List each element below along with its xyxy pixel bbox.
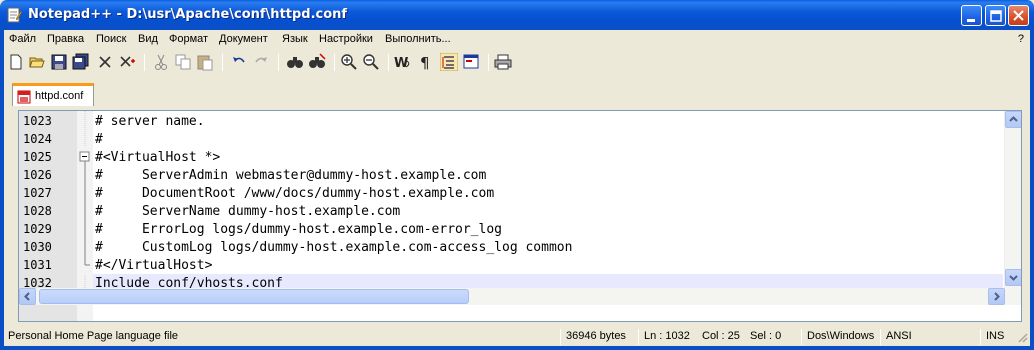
tab-httpd-conf[interactable]: httpd.conf bbox=[12, 83, 94, 107]
status-bar: Personal Home Page language file 36946 b… bbox=[0, 328, 1034, 350]
show-all-chars-icon[interactable]: ¶ bbox=[417, 53, 435, 71]
paste-icon[interactable] bbox=[196, 53, 214, 71]
redo-icon[interactable] bbox=[252, 53, 270, 71]
status-insert-mode: INS bbox=[986, 330, 1005, 342]
chevron-down-icon bbox=[1009, 275, 1018, 281]
status-column: Col : 25 bbox=[702, 330, 740, 342]
code-line: # bbox=[95, 132, 103, 147]
scroll-right-button[interactable] bbox=[988, 288, 1005, 305]
word-wrap-icon[interactable]: W bbox=[394, 53, 412, 71]
svg-text:W: W bbox=[394, 56, 408, 71]
menu-document[interactable]: Документ bbox=[219, 33, 268, 45]
resize-grip-icon[interactable] bbox=[1016, 331, 1028, 343]
line-number: 1023 bbox=[23, 114, 52, 128]
chevron-right-icon bbox=[994, 292, 1000, 301]
menu-run[interactable]: Выполнить... bbox=[385, 33, 451, 45]
horizontal-scroll-thumb[interactable] bbox=[39, 289, 469, 304]
status-line: Ln : 1032 bbox=[644, 330, 690, 342]
title-bar: Notepad++ - D:\usr\Apache\conf\httpd.con… bbox=[0, 0, 1034, 30]
editor-frame: 1023 1024 1025 1026 1027 1028 1029 1030 … bbox=[0, 106, 1034, 328]
find-icon[interactable] bbox=[286, 53, 304, 71]
save-icon[interactable] bbox=[50, 53, 68, 71]
editor[interactable]: 1023 1024 1025 1026 1027 1028 1029 1030 … bbox=[18, 110, 1022, 322]
toolbar-separator bbox=[488, 54, 489, 71]
menu-language[interactable]: Язык bbox=[282, 33, 308, 45]
close-icon[interactable] bbox=[96, 53, 114, 71]
close-window-button[interactable] bbox=[1008, 5, 1029, 26]
line-number: 1029 bbox=[23, 222, 52, 236]
status-divider bbox=[980, 329, 981, 345]
zoom-out-icon[interactable] bbox=[362, 53, 380, 71]
close-x-icon bbox=[1013, 10, 1024, 21]
chevron-up-icon bbox=[1009, 116, 1018, 122]
maximize-button[interactable] bbox=[985, 5, 1006, 26]
menu-bar: Файл Правка Поиск Вид Формат Документ Яз… bbox=[0, 30, 1034, 50]
horizontal-scrollbar[interactable] bbox=[19, 288, 1005, 305]
chevron-left-icon bbox=[24, 292, 30, 301]
tab-bar: httpd.conf bbox=[0, 76, 1034, 107]
scroll-up-button[interactable] bbox=[1005, 111, 1021, 128]
vertical-scrollbar[interactable] bbox=[1004, 111, 1021, 305]
toolbar: W ¶ bbox=[0, 50, 1034, 76]
code-line: # ServerAdmin webmaster@dummy-host.examp… bbox=[95, 168, 487, 183]
maximize-icon bbox=[990, 10, 1002, 22]
menu-edit[interactable]: Правка bbox=[47, 33, 84, 45]
line-number: 1028 bbox=[23, 204, 52, 218]
minimize-icon bbox=[967, 19, 975, 22]
code-line: #<VirtualHost *> bbox=[95, 150, 221, 165]
file-modified-icon bbox=[17, 90, 31, 104]
status-divider bbox=[880, 329, 881, 345]
user-defined-dialog-icon[interactable] bbox=[462, 53, 480, 71]
line-number: 1027 bbox=[23, 186, 52, 200]
window-title: Notepad++ - D:\usr\Apache\conf\httpd.con… bbox=[28, 7, 348, 22]
toolbar-separator bbox=[334, 54, 335, 71]
scroll-down-button[interactable] bbox=[1005, 269, 1021, 286]
new-icon[interactable] bbox=[7, 53, 25, 71]
status-divider bbox=[801, 329, 802, 345]
menu-settings[interactable]: Настройки bbox=[319, 33, 373, 45]
copy-icon[interactable] bbox=[174, 53, 192, 71]
line-number: 1026 bbox=[23, 168, 52, 182]
save-all-icon[interactable] bbox=[72, 53, 90, 71]
menu-format[interactable]: Формат bbox=[169, 33, 208, 45]
zoom-in-icon[interactable] bbox=[340, 53, 358, 71]
code-line: # ErrorLog logs/dummy-host.example.com-e… bbox=[95, 222, 502, 237]
status-divider bbox=[638, 329, 639, 345]
indent-guide-icon[interactable] bbox=[440, 53, 458, 71]
status-selection: Sel : 0 bbox=[750, 330, 782, 342]
status-eol: Dos\Windows bbox=[807, 330, 875, 342]
line-number: 1024 bbox=[23, 132, 52, 146]
svg-text:¶: ¶ bbox=[420, 54, 430, 71]
code-line: # server name. bbox=[95, 114, 205, 129]
open-icon[interactable] bbox=[28, 53, 46, 71]
tab-label: httpd.conf bbox=[35, 90, 84, 102]
status-divider bbox=[560, 329, 561, 345]
replace-icon[interactable] bbox=[308, 53, 326, 71]
status-encoding: ANSI bbox=[886, 330, 912, 342]
undo-icon[interactable] bbox=[230, 53, 248, 71]
cut-icon[interactable] bbox=[152, 53, 170, 71]
toolbar-separator bbox=[222, 54, 223, 71]
line-number: 1031 bbox=[23, 258, 52, 272]
code-line: #</VirtualHost> bbox=[95, 258, 213, 273]
code-line: # CustomLog logs/dummy-host.example.com-… bbox=[95, 240, 573, 255]
line-number: 1030 bbox=[23, 240, 52, 254]
line-number: 1025 bbox=[23, 150, 52, 164]
menu-file[interactable]: Файл bbox=[9, 33, 36, 45]
menu-search[interactable]: Поиск bbox=[96, 33, 126, 45]
toolbar-separator bbox=[278, 54, 279, 71]
toolbar-separator bbox=[388, 54, 389, 71]
print-icon[interactable] bbox=[494, 53, 512, 71]
toolbar-separator bbox=[144, 54, 145, 71]
menu-help[interactable]: ? bbox=[1018, 33, 1024, 45]
notepad-app-icon[interactable] bbox=[6, 7, 22, 23]
minimize-button[interactable] bbox=[961, 5, 982, 26]
menu-view[interactable]: Вид bbox=[138, 33, 158, 45]
close-all-icon[interactable] bbox=[118, 53, 136, 71]
code-line: # DocumentRoot /www/docs/dummy-host.exam… bbox=[95, 186, 495, 201]
status-language: Personal Home Page language file bbox=[8, 330, 179, 342]
status-file-size: 36946 bytes bbox=[566, 330, 626, 342]
scroll-left-button[interactable] bbox=[19, 288, 36, 305]
code-line: # ServerName dummy-host.example.com bbox=[95, 204, 401, 219]
